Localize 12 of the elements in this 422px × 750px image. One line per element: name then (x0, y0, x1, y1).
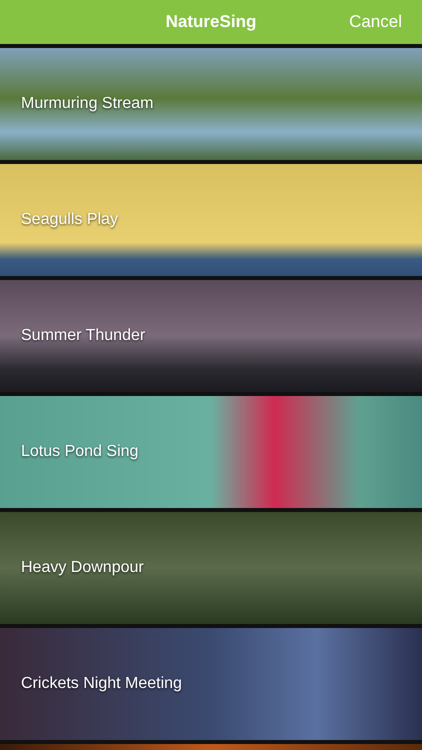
app-title: NatureSing (166, 12, 256, 32)
sound-row[interactable]: Crickets Night Meeting (0, 628, 422, 740)
sound-row[interactable]: Lotus Pond Sing (0, 396, 422, 508)
sound-label: Murmuring Stream (21, 95, 154, 113)
sound-row[interactable]: Murmuring Stream (0, 48, 422, 160)
sound-label: Summer Thunder (21, 327, 146, 345)
sound-label: Lotus Pond Sing (21, 443, 138, 461)
sound-row[interactable]: Heavy Downpour (0, 512, 422, 624)
sound-label: Crickets Night Meeting (21, 675, 182, 693)
sound-label: Seagulls Play (21, 211, 118, 229)
sound-row[interactable]: Summer Thunder (0, 280, 422, 392)
sound-label: Heavy Downpour (21, 559, 144, 577)
